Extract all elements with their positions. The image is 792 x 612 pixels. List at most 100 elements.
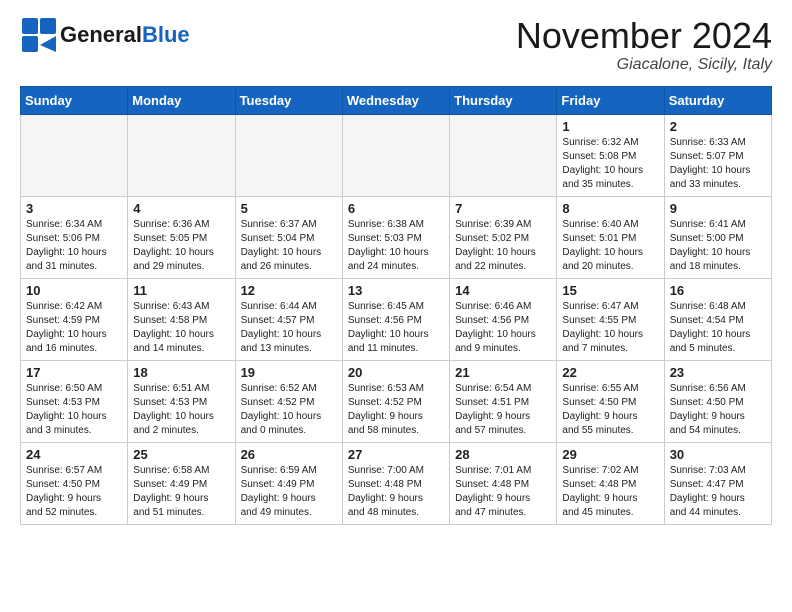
- title-block: November 2024 Giacalone, Sicily, Italy: [516, 16, 772, 74]
- header: GeneralBlue November 2024 Giacalone, Sic…: [20, 16, 772, 74]
- calendar-cell: 29 Sunrise: 7:02 AM Sunset: 4:48 PM Dayli…: [557, 442, 664, 524]
- day-number: 28: [455, 447, 551, 462]
- day-number: 11: [133, 283, 229, 298]
- logo-icon: [20, 16, 58, 54]
- calendar-cell: 3Sunrise: 6:34 AM Sunset: 5:06 PM Daylig…: [21, 196, 128, 278]
- day-number: 18: [133, 365, 229, 380]
- day-number: 15: [562, 283, 658, 298]
- day-info: Sunrise: 6:57 AM Sunset: 4:50 PM Dayligh…: [26, 464, 122, 520]
- day-header-friday: Friday: [557, 86, 664, 114]
- month-title: November 2024: [516, 16, 772, 56]
- day-info: Sunrise: 6:47 AM Sunset: 4:55 PM Dayligh…: [562, 300, 658, 356]
- calendar-cell: 7Sunrise: 6:39 AM Sunset: 5:02 PM Daylig…: [450, 196, 557, 278]
- day-number: 10: [26, 283, 122, 298]
- calendar-cell: 11 Sunrise: 6:43 AM Sunset: 4:58 PM Dayli…: [128, 278, 235, 360]
- day-header-wednesday: Wednesday: [342, 86, 449, 114]
- day-number: 14: [455, 283, 551, 298]
- calendar-cell: 6Sunrise: 6:38 AM Sunset: 5:03 PM Daylig…: [342, 196, 449, 278]
- day-number: 25: [133, 447, 229, 462]
- day-info: Sunrise: 6:59 AM Sunset: 4:49 PM Dayligh…: [241, 464, 337, 520]
- day-info: Sunrise: 6:44 AM Sunset: 4:57 PM Dayligh…: [241, 300, 337, 356]
- day-info: Sunrise: 6:54 AM Sunset: 4:51 PM Dayligh…: [455, 382, 551, 438]
- calendar-cell: 1 Sunrise: 6:32 AM Sunset: 5:08 PM Daylig…: [557, 114, 664, 196]
- day-info: Sunrise: 6:48 AM Sunset: 4:54 PM Dayligh…: [670, 300, 766, 356]
- day-number: 1: [562, 119, 658, 134]
- day-info: Sunrise: 7:01 AM Sunset: 4:48 PM Dayligh…: [455, 464, 551, 520]
- calendar-cell: 27Sunrise: 7:00 AM Sunset: 4:48 PM Dayli…: [342, 442, 449, 524]
- day-info: Sunrise: 6:37 AM Sunset: 5:04 PM Dayligh…: [241, 218, 337, 274]
- day-number: 5: [241, 201, 337, 216]
- calendar-cell: 23Sunrise: 6:56 AM Sunset: 4:50 PM Dayli…: [664, 360, 771, 442]
- day-info: Sunrise: 6:41 AM Sunset: 5:00 PM Dayligh…: [670, 218, 766, 274]
- calendar-cell: [235, 114, 342, 196]
- calendar-cell: 14 Sunrise: 6:46 AM Sunset: 4:56 PM Dayli…: [450, 278, 557, 360]
- page: GeneralBlue November 2024 Giacalone, Sic…: [0, 0, 792, 545]
- day-info: Sunrise: 6:53 AM Sunset: 4:52 PM Dayligh…: [348, 382, 444, 438]
- day-info: Sunrise: 6:45 AM Sunset: 4:56 PM Dayligh…: [348, 300, 444, 356]
- calendar-cell: 28 Sunrise: 7:01 AM Sunset: 4:48 PM Dayli…: [450, 442, 557, 524]
- day-info: Sunrise: 6:52 AM Sunset: 4:52 PM Dayligh…: [241, 382, 337, 438]
- calendar-cell: 25Sunrise: 6:58 AM Sunset: 4:49 PM Dayli…: [128, 442, 235, 524]
- calendar-cell: [128, 114, 235, 196]
- calendar-cell: [342, 114, 449, 196]
- calendar-cell: 2 Sunrise: 6:33 AM Sunset: 5:07 PM Daylig…: [664, 114, 771, 196]
- day-number: 30: [670, 447, 766, 462]
- logo-text: GeneralBlue: [60, 24, 190, 46]
- day-info: Sunrise: 6:40 AM Sunset: 5:01 PM Dayligh…: [562, 218, 658, 274]
- day-header-tuesday: Tuesday: [235, 86, 342, 114]
- calendar-week-4: 24 Sunrise: 6:57 AM Sunset: 4:50 PM Dayli…: [21, 442, 772, 524]
- calendar-cell: [450, 114, 557, 196]
- day-number: 16: [670, 283, 766, 298]
- calendar-cell: 15 Sunrise: 6:47 AM Sunset: 4:55 PM Dayli…: [557, 278, 664, 360]
- calendar-cell: 19 Sunrise: 6:52 AM Sunset: 4:52 PM Dayli…: [235, 360, 342, 442]
- location: Giacalone, Sicily, Italy: [516, 56, 772, 74]
- day-info: Sunrise: 6:46 AM Sunset: 4:56 PM Dayligh…: [455, 300, 551, 356]
- day-number: 9: [670, 201, 766, 216]
- calendar-cell: [21, 114, 128, 196]
- day-number: 3: [26, 201, 122, 216]
- day-info: Sunrise: 6:39 AM Sunset: 5:02 PM Dayligh…: [455, 218, 551, 274]
- day-info: Sunrise: 6:36 AM Sunset: 5:05 PM Dayligh…: [133, 218, 229, 274]
- calendar-week-1: 3Sunrise: 6:34 AM Sunset: 5:06 PM Daylig…: [21, 196, 772, 278]
- day-number: 24: [26, 447, 122, 462]
- calendar-cell: 5 Sunrise: 6:37 AM Sunset: 5:04 PM Daylig…: [235, 196, 342, 278]
- calendar-cell: 9 Sunrise: 6:41 AM Sunset: 5:00 PM Daylig…: [664, 196, 771, 278]
- day-info: Sunrise: 6:50 AM Sunset: 4:53 PM Dayligh…: [26, 382, 122, 438]
- calendar-cell: 16 Sunrise: 6:48 AM Sunset: 4:54 PM Dayli…: [664, 278, 771, 360]
- calendar-cell: 20 Sunrise: 6:53 AM Sunset: 4:52 PM Dayli…: [342, 360, 449, 442]
- day-number: 29: [562, 447, 658, 462]
- day-number: 27: [348, 447, 444, 462]
- day-header-thursday: Thursday: [450, 86, 557, 114]
- calendar-cell: 24 Sunrise: 6:57 AM Sunset: 4:50 PM Dayli…: [21, 442, 128, 524]
- day-header-monday: Monday: [128, 86, 235, 114]
- day-number: 20: [348, 365, 444, 380]
- day-info: Sunrise: 6:32 AM Sunset: 5:08 PM Dayligh…: [562, 136, 658, 192]
- day-info: Sunrise: 6:55 AM Sunset: 4:50 PM Dayligh…: [562, 382, 658, 438]
- day-info: Sunrise: 6:51 AM Sunset: 4:53 PM Dayligh…: [133, 382, 229, 438]
- day-number: 12: [241, 283, 337, 298]
- logo: GeneralBlue: [20, 16, 190, 54]
- calendar-cell: 10Sunrise: 6:42 AM Sunset: 4:59 PM Dayli…: [21, 278, 128, 360]
- day-number: 19: [241, 365, 337, 380]
- day-header-sunday: Sunday: [21, 86, 128, 114]
- calendar-week-3: 17Sunrise: 6:50 AM Sunset: 4:53 PM Dayli…: [21, 360, 772, 442]
- day-number: 26: [241, 447, 337, 462]
- day-info: Sunrise: 7:03 AM Sunset: 4:47 PM Dayligh…: [670, 464, 766, 520]
- day-number: 4: [133, 201, 229, 216]
- calendar-cell: 13 Sunrise: 6:45 AM Sunset: 4:56 PM Dayli…: [342, 278, 449, 360]
- calendar-cell: 12 Sunrise: 6:44 AM Sunset: 4:57 PM Dayli…: [235, 278, 342, 360]
- day-info: Sunrise: 6:43 AM Sunset: 4:58 PM Dayligh…: [133, 300, 229, 356]
- day-info: Sunrise: 6:33 AM Sunset: 5:07 PM Dayligh…: [670, 136, 766, 192]
- day-number: 2: [670, 119, 766, 134]
- day-number: 13: [348, 283, 444, 298]
- day-header-saturday: Saturday: [664, 86, 771, 114]
- day-info: Sunrise: 7:02 AM Sunset: 4:48 PM Dayligh…: [562, 464, 658, 520]
- calendar-table: SundayMondayTuesdayWednesdayThursdayFrid…: [20, 86, 772, 525]
- day-info: Sunrise: 6:56 AM Sunset: 4:50 PM Dayligh…: [670, 382, 766, 438]
- calendar-cell: 4 Sunrise: 6:36 AM Sunset: 5:05 PM Daylig…: [128, 196, 235, 278]
- calendar-cell: 21Sunrise: 6:54 AM Sunset: 4:51 PM Dayli…: [450, 360, 557, 442]
- calendar-cell: 30 Sunrise: 7:03 AM Sunset: 4:47 PM Dayli…: [664, 442, 771, 524]
- calendar-cell: 18 Sunrise: 6:51 AM Sunset: 4:53 PM Dayli…: [128, 360, 235, 442]
- calendar-header-row: SundayMondayTuesdayWednesdayThursdayFrid…: [21, 86, 772, 114]
- day-number: 22: [562, 365, 658, 380]
